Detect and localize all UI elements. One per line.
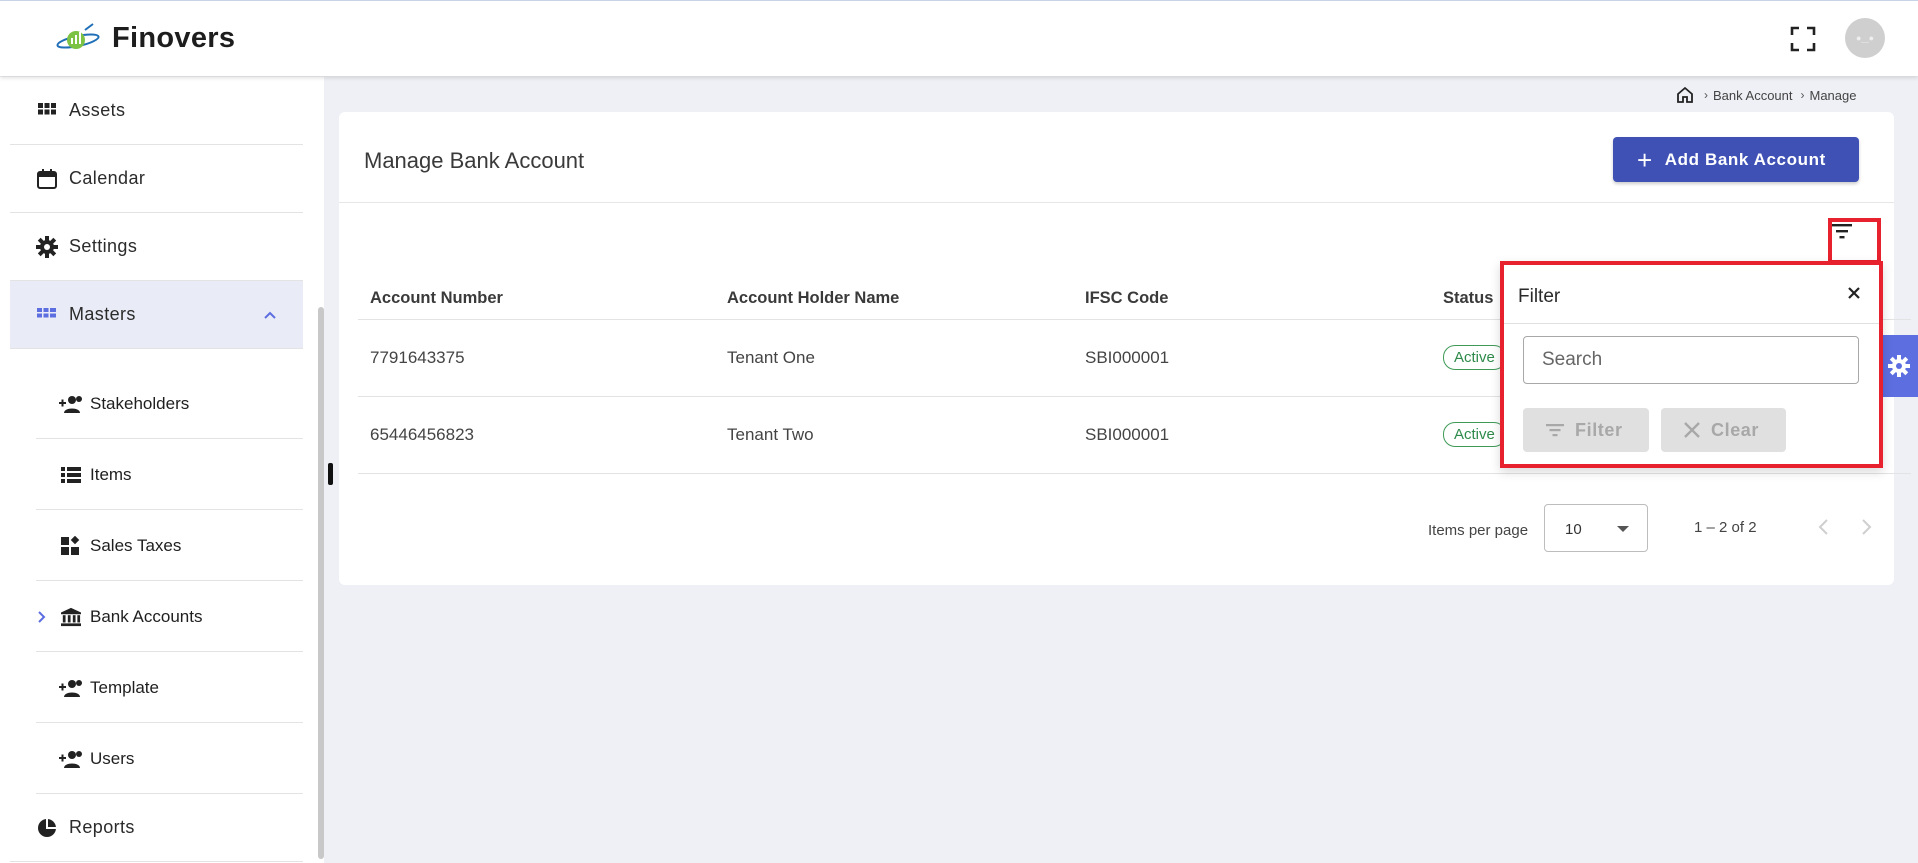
gear-icon xyxy=(36,235,58,258)
sidebar-item-assets[interactable]: Assets xyxy=(10,77,303,145)
chevron-right-icon: › xyxy=(1704,88,1708,102)
add-button-label: Add Bank Account xyxy=(1664,149,1826,169)
column-header[interactable]: IFSC Code xyxy=(1073,279,1431,319)
add-group-icon xyxy=(59,679,82,697)
sidebar-item-calendar[interactable]: Calendar xyxy=(10,145,303,213)
sidebar-item-label: Users xyxy=(90,748,135,768)
sidebar-subitem-stakeholders[interactable]: Stakeholders xyxy=(36,369,303,439)
fullscreen-icon[interactable] xyxy=(1789,25,1817,53)
status-badge: Active xyxy=(1443,345,1506,370)
finovers-logo-icon xyxy=(56,23,100,49)
page-title: Manage Bank Account xyxy=(364,148,585,173)
account-number-cell: 7791643375 xyxy=(358,318,715,396)
sidebar-subitem-template[interactable]: Template xyxy=(36,653,303,723)
holder-name-cell: Tenant One xyxy=(715,318,1073,396)
items-per-page-label: Items per page xyxy=(1428,522,1529,539)
page-range-label: 1 – 2 of 2 xyxy=(1694,519,1757,536)
column-header[interactable]: Account Holder Name xyxy=(715,279,1073,319)
sidebar-item-settings[interactable]: Settings xyxy=(10,213,303,281)
sidebar-item-label: Template xyxy=(90,677,159,697)
breadcrumb: › Bank Account › Manage xyxy=(1676,86,1864,104)
sidebar-scrollbar[interactable] xyxy=(318,307,324,859)
chevron-right-icon[interactable] xyxy=(1856,515,1876,539)
breadcrumb-item: Manage xyxy=(1809,87,1857,103)
sidebar-item-label: Calendar xyxy=(69,168,146,188)
holder-name-cell: Tenant Two xyxy=(715,395,1073,474)
sidebar-subitem-bank-accounts[interactable]: Bank Accounts xyxy=(36,582,303,652)
sidebar-item-reports[interactable]: Reports xyxy=(10,794,303,862)
home-icon[interactable] xyxy=(1676,86,1694,104)
grid-icon xyxy=(38,102,56,114)
close-icon[interactable] xyxy=(1846,285,1862,301)
sidebar-item-label: Settings xyxy=(69,236,138,256)
chevron-left-icon[interactable] xyxy=(1814,515,1834,539)
sidebar-item-label: Sales Taxes xyxy=(90,535,182,555)
account-number-cell: 65446456823 xyxy=(358,395,715,474)
plus-icon: + xyxy=(1637,144,1653,175)
chevron-right-icon: › xyxy=(1800,88,1805,102)
user-avatar[interactable]: ●‿● xyxy=(1845,18,1885,58)
sidebar-item-label: Reports xyxy=(69,817,135,837)
breadcrumb-item[interactable]: Bank Account xyxy=(1713,88,1793,103)
chevron-up-icon xyxy=(264,311,276,319)
items-per-page-value: 10 xyxy=(1565,521,1582,538)
bank-icon xyxy=(61,607,81,626)
sidebar-subitem-sales-taxes[interactable]: Sales Taxes xyxy=(36,511,303,581)
settings-tab[interactable] xyxy=(1879,335,1918,397)
gear-icon xyxy=(1887,355,1910,377)
clear-button-label: Clear xyxy=(1711,419,1760,440)
list-icon xyxy=(61,466,81,483)
add-bank-account-button[interactable]: + Add Bank Account xyxy=(1613,137,1859,182)
sidebar-item-label: Stakeholders xyxy=(90,393,190,413)
divider xyxy=(1504,323,1879,324)
widgets-icon xyxy=(61,535,80,555)
pie-chart-icon xyxy=(38,818,56,837)
add-group-icon xyxy=(59,750,82,768)
brand-name: Finovers xyxy=(112,22,236,54)
status-badge: Active xyxy=(1443,422,1506,447)
filter-button[interactable]: Filter xyxy=(1523,408,1649,452)
filter-toggle-highlight xyxy=(1828,218,1881,264)
column-header[interactable]: Account Number xyxy=(358,279,715,319)
chevron-right-icon xyxy=(38,610,46,623)
sidebar: Assets Calendar Settings Masters Stakeho… xyxy=(0,77,324,863)
filter-button-label: Filter xyxy=(1575,419,1623,440)
calendar-icon xyxy=(37,168,57,189)
top-header: Finovers ●‿● xyxy=(0,0,1918,76)
dropdown-arrow-icon xyxy=(1617,526,1629,532)
filter-panel-title: Filter xyxy=(1518,286,1561,307)
filter-list-icon xyxy=(1546,424,1564,437)
divider xyxy=(339,202,1894,203)
sidebar-item-label: Bank Accounts xyxy=(90,606,203,626)
ifsc-cell: SBI000001 xyxy=(1073,318,1431,396)
sidebar-item-label: Masters xyxy=(69,304,136,324)
close-icon xyxy=(1684,422,1700,438)
sidebar-item-masters[interactable]: Masters xyxy=(10,281,303,349)
sidebar-item-label: Items xyxy=(90,464,132,484)
sidebar-subitem-items[interactable]: Items xyxy=(36,440,303,510)
filter-panel: Filter Filter Clear xyxy=(1500,261,1883,468)
ifsc-cell: SBI000001 xyxy=(1073,395,1431,474)
items-per-page-select[interactable]: 10 xyxy=(1544,504,1648,552)
apps-grid-icon xyxy=(37,307,56,317)
sidebar-subitem-users[interactable]: Users xyxy=(36,724,303,794)
sidebar-resize-handle[interactable] xyxy=(328,463,333,485)
clear-button[interactable]: Clear xyxy=(1661,408,1786,452)
add-group-icon xyxy=(59,395,82,413)
search-input[interactable] xyxy=(1523,336,1859,384)
sidebar-item-label: Assets xyxy=(69,100,126,120)
